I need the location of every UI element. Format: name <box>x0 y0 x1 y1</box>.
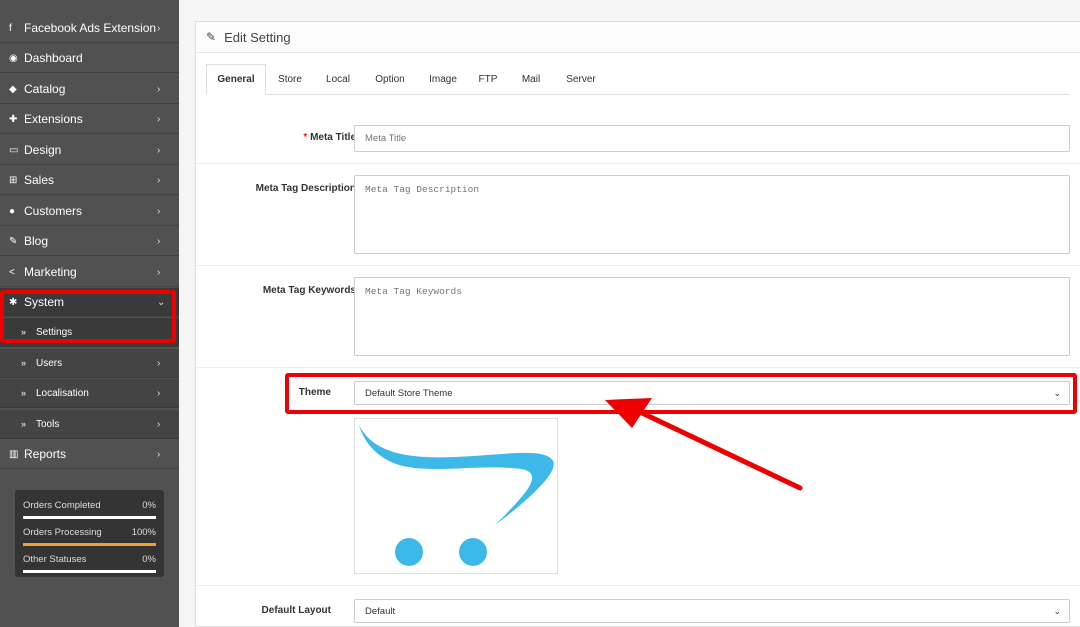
annotation-arrow-icon <box>605 398 803 491</box>
